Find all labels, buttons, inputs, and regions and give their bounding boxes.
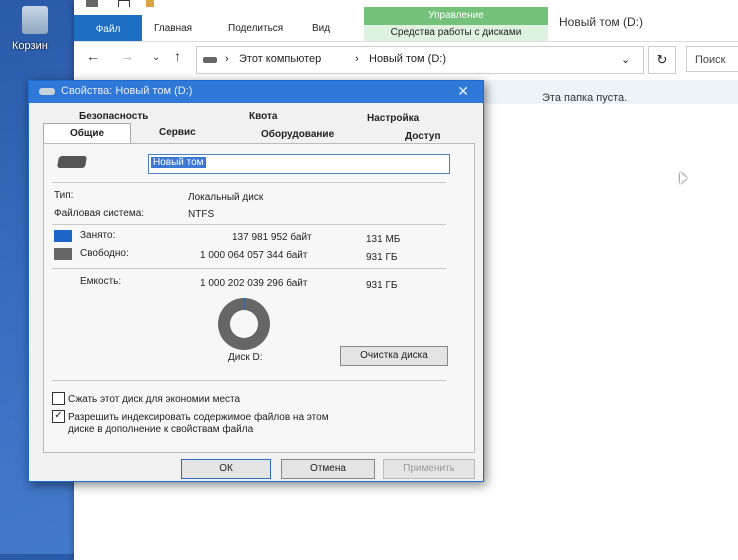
navigation-bar: ← → ⌄ ↑ › Этот компьютер › Новый том (D:… — [74, 42, 738, 78]
tab-view[interactable]: Вид — [312, 23, 330, 34]
free-bytes: 1 000 064 057 344 байт — [200, 250, 308, 261]
recycle-bin-label: Корзин — [12, 40, 48, 52]
capacity-label: Емкость: — [80, 276, 122, 287]
used-color-swatch — [54, 230, 72, 242]
breadcrumb-separator-icon[interactable]: › — [355, 53, 359, 65]
properties-dialog: Свойства: Новый том (D:) ✕ Безопасность … — [28, 80, 484, 482]
index-checkbox[interactable]: ✓ — [52, 410, 65, 423]
disk-cleanup-button[interactable]: Очистка диска — [340, 346, 448, 366]
divider — [52, 380, 446, 381]
address-bar[interactable]: › Этот компьютер › Новый том (D:) ⌄ — [196, 46, 644, 74]
drive-icon — [203, 57, 217, 63]
back-arrow-icon[interactable]: ← — [86, 48, 100, 64]
used-bytes: 137 981 952 байт — [232, 232, 312, 243]
capacity-bytes: 1 000 202 039 296 байт — [200, 278, 308, 289]
divider — [52, 182, 446, 183]
tab-manage[interactable]: Управление — [364, 7, 548, 25]
drive-icon — [39, 88, 55, 95]
tab-hardware[interactable]: Оборудование — [261, 129, 334, 140]
tab-customize[interactable]: Настройка — [367, 113, 419, 124]
close-icon[interactable]: ✕ — [457, 83, 469, 100]
free-short: 931 ГБ — [366, 252, 398, 263]
drive-icon — [56, 156, 88, 168]
used-label: Занято: — [80, 230, 116, 241]
filesystem-value: NTFS — [188, 209, 215, 220]
dialog-title: Свойства: Новый том (D:) — [61, 85, 193, 97]
window-title: Новый том (D:) — [559, 15, 643, 29]
search-input[interactable]: Поиск — [686, 46, 738, 72]
cancel-button[interactable]: Отмена — [281, 459, 375, 479]
tab-file[interactable]: Файл — [74, 15, 142, 41]
dialog-title-bar: Свойства: Новый том (D:) ✕ — [29, 81, 483, 103]
type-label: Тип: — [54, 190, 74, 201]
filesystem-label: Файловая система: — [54, 208, 145, 219]
empty-folder-message: Эта папка пуста. — [542, 92, 628, 104]
tab-general[interactable]: Общие — [43, 123, 131, 144]
general-tab-panel: Новый том Тип: Локальный диск Файловая с… — [43, 143, 475, 453]
disk-usage-donut — [218, 298, 270, 350]
ribbon: Файл Главная Поделиться Вид Управление С… — [74, 7, 738, 42]
ok-button[interactable]: ОК — [181, 459, 271, 479]
compress-label: Сжать этот диск для экономии места — [68, 394, 241, 405]
index-label-line1: Разрешить индексировать содержимое файло… — [68, 412, 329, 423]
breadcrumb-volume[interactable]: Новый том (D:) — [369, 53, 446, 65]
address-dropdown-chevron-icon[interactable]: ⌄ — [621, 53, 630, 66]
mouse-cursor-icon — [680, 172, 687, 184]
tab-home[interactable]: Главная — [154, 23, 192, 34]
compress-checkbox[interactable] — [52, 392, 65, 405]
breadcrumb-separator-icon[interactable]: › — [225, 53, 229, 65]
recent-locations-chevron-icon[interactable]: ⌄ — [152, 52, 160, 63]
tab-quota[interactable]: Квота — [249, 111, 277, 122]
drive-letter-label: Диск D: — [228, 352, 263, 363]
tab-tools[interactable]: Сервис — [159, 127, 196, 138]
free-color-swatch — [54, 248, 72, 260]
tab-sharing[interactable]: Доступ — [405, 131, 441, 142]
volume-name-input[interactable]: Новый том — [148, 154, 450, 174]
index-label-line2: диске в дополнение к свойствам файла — [68, 424, 254, 435]
forward-arrow-icon[interactable]: → — [120, 48, 134, 64]
recycle-bin-icon[interactable] — [22, 6, 54, 36]
refresh-icon[interactable]: ↻ — [648, 46, 676, 74]
up-arrow-icon[interactable]: ↑ — [174, 48, 181, 64]
type-value: Локальный диск — [188, 192, 264, 203]
breadcrumb-this-pc[interactable]: Этот компьютер — [239, 53, 321, 65]
free-label: Свободно: — [80, 248, 129, 259]
tab-security[interactable]: Безопасность — [79, 111, 148, 122]
apply-button[interactable]: Применить — [383, 459, 475, 479]
volume-name-value: Новый том — [151, 157, 206, 168]
tab-disk-tools[interactable]: Средства работы с дисками — [364, 25, 548, 41]
capacity-short: 931 ГБ — [366, 280, 398, 291]
tab-share[interactable]: Поделиться — [228, 23, 283, 34]
divider — [52, 224, 446, 225]
divider — [52, 268, 446, 269]
used-short: 131 МБ — [366, 234, 401, 245]
